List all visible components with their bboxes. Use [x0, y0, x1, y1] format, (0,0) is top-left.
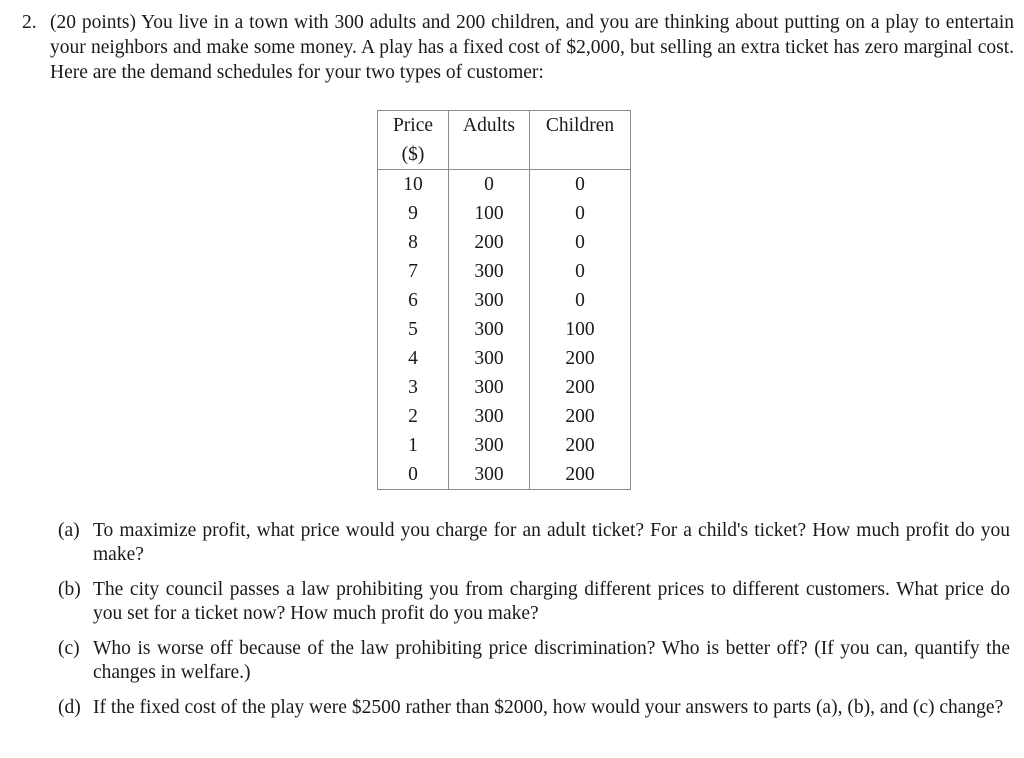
cell-adults: 300 [448, 286, 530, 315]
cell-children: 200 [529, 344, 631, 373]
cell-adults: 100 [448, 199, 530, 228]
cell-children: 0 [529, 169, 631, 199]
column-header-adults: Adults [448, 110, 530, 170]
sub-part-label: (a) [58, 520, 80, 541]
table-row: 7 300 0 [377, 257, 631, 286]
table-row: 4 300 200 [377, 344, 631, 373]
cell-price: 0 [377, 460, 449, 490]
table-row: 1 300 200 [377, 431, 631, 460]
cell-adults: 300 [448, 315, 530, 344]
demand-schedule-table: Price ($) Adults Children 10 0 0 9 100 0 8 200 0… [377, 110, 631, 490]
problem-text: (20 points) You live in a town with 300 … [50, 12, 1014, 83]
cell-children: 0 [529, 286, 631, 315]
table-row: 6 300 0 [377, 286, 631, 315]
table-row: 3 300 200 [377, 373, 631, 402]
cell-children: 0 [529, 199, 631, 228]
demand-schedule-table-wrapper: Price ($) Adults Children 10 0 0 9 100 0 8 200 0… [377, 110, 631, 490]
sub-part-text: If the fixed cost of the play were $2500… [93, 697, 1004, 718]
table-header-row: Price ($) Adults Children [377, 110, 631, 170]
sub-part: (b) The city council passes a law prohibi… [58, 578, 1010, 626]
sub-part-label: (c) [58, 638, 80, 659]
cell-children: 200 [529, 460, 631, 490]
sub-part-text: The city council passes a law prohibitin… [93, 579, 1010, 624]
table-row: 0 300 200 [377, 460, 631, 490]
sub-part-text: To maximize profit, what price would you… [93, 520, 1010, 565]
cell-adults: 0 [448, 169, 530, 199]
cell-adults: 300 [448, 431, 530, 460]
cell-children: 100 [529, 315, 631, 344]
table-row: 9 100 0 [377, 199, 631, 228]
cell-price: 6 [377, 286, 449, 315]
table-row: 2 300 200 [377, 402, 631, 431]
table-row: 8 200 0 [377, 228, 631, 257]
cell-price: 8 [377, 228, 449, 257]
cell-price: 2 [377, 402, 449, 431]
cell-children: 0 [529, 257, 631, 286]
table-header: Price ($) Adults Children [377, 110, 631, 170]
cell-adults: 300 [448, 344, 530, 373]
cell-price: 4 [377, 344, 449, 373]
problem-number: 2. [22, 12, 37, 33]
table-row: 10 0 0 [377, 169, 631, 199]
cell-price: 3 [377, 373, 449, 402]
cell-children: 200 [529, 431, 631, 460]
problem-statement: 2. (20 points) You live in a town with 3… [18, 10, 1014, 85]
column-header-price-line1: Price [392, 115, 434, 136]
sub-part-label: (b) [58, 579, 81, 600]
table-body: 10 0 0 9 100 0 8 200 0 7 300 0 6 300 0 5 300 100 4 300 200 3 3… [377, 169, 631, 490]
cell-adults: 200 [448, 228, 530, 257]
table-row: 5 300 100 [377, 315, 631, 344]
cell-children: 200 [529, 373, 631, 402]
cell-adults: 300 [448, 373, 530, 402]
document-page: 2. (20 points) You live in a town with 3… [0, 0, 1024, 758]
cell-adults: 300 [448, 402, 530, 431]
sub-part: (a) To maximize profit, what price would … [58, 519, 1010, 567]
sub-parts-list: (a) To maximize profit, what price would … [58, 519, 1010, 720]
cell-price: 1 [377, 431, 449, 460]
cell-price: 10 [377, 169, 449, 199]
sub-part: (d) If the fixed cost of the play were $2… [58, 696, 1010, 720]
column-header-price: Price ($) [377, 110, 449, 170]
cell-price: 9 [377, 199, 449, 228]
cell-adults: 300 [448, 460, 530, 490]
sub-part: (c) Who is worse off because of the law p… [58, 637, 1010, 685]
column-header-children: Children [529, 110, 631, 170]
cell-children: 200 [529, 402, 631, 431]
cell-price: 5 [377, 315, 449, 344]
sub-part-text: Who is worse off because of the law proh… [93, 638, 1010, 683]
cell-price: 7 [377, 257, 449, 286]
cell-adults: 300 [448, 257, 530, 286]
sub-part-label: (d) [58, 697, 81, 718]
cell-children: 0 [529, 228, 631, 257]
column-header-price-line2: ($) [401, 144, 425, 165]
